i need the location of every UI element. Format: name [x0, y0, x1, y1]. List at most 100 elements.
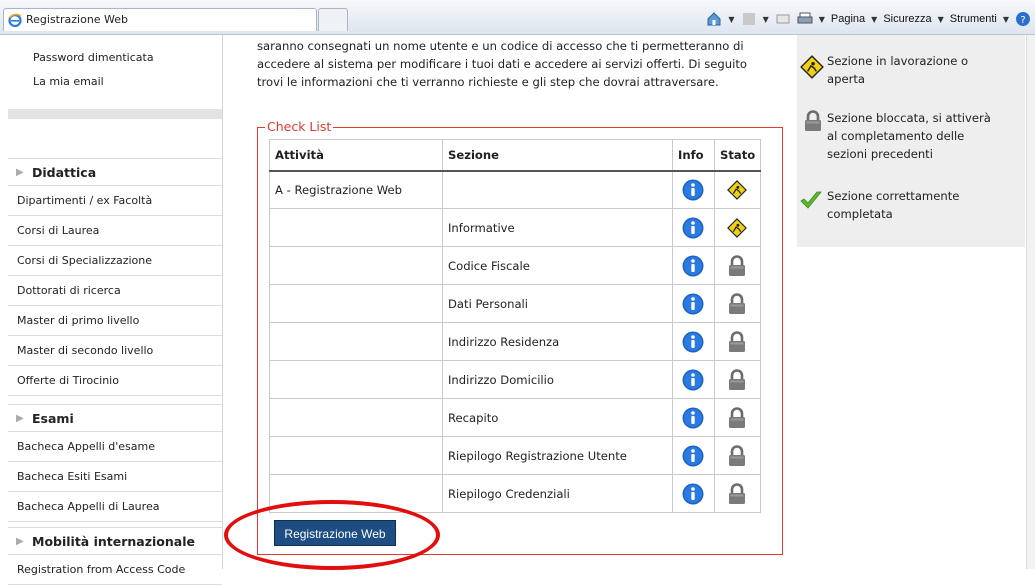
cell-sezione: Codice Fiscale: [442, 246, 673, 285]
check-icon: [799, 189, 823, 211]
sidebar-link-la-mia-email[interactable]: La mia email: [33, 75, 104, 88]
table-row: Riepilogo Registrazione Utente: [269, 436, 761, 475]
cell-stato: [714, 436, 761, 475]
intro-line: saranno consegnati un nome utente e un c…: [257, 39, 744, 53]
legend-line: al completamento delle: [827, 129, 965, 143]
info-icon[interactable]: [682, 217, 704, 239]
sidebar-separator: [8, 109, 222, 119]
strumenti-dropdown-icon[interactable]: ▼: [1003, 15, 1009, 24]
sidebar-item-dottorati[interactable]: Dottorati di ricerca: [8, 276, 222, 306]
sidebar-item-bacheca-appelli[interactable]: Bacheca Appelli d'esame: [8, 432, 222, 462]
pagina-dropdown-icon[interactable]: ▼: [871, 15, 877, 24]
menu-sicurezza[interactable]: Sicurezza: [883, 13, 931, 25]
home-dropdown-icon[interactable]: ▼: [728, 15, 734, 24]
header-stato: Stato: [714, 139, 761, 172]
info-icon[interactable]: [682, 255, 704, 277]
cell-sezione: Riepilogo Registrazione Utente: [442, 436, 673, 475]
lock-icon: [727, 407, 747, 429]
lock-icon: [727, 293, 747, 315]
sidebar-item-dipartimenti[interactable]: Dipartimenti / ex Facoltà: [8, 186, 222, 216]
cell-sezione: Informative: [442, 208, 673, 247]
tab-title: Registrazione Web: [26, 13, 129, 26]
cell-info: [672, 246, 715, 285]
sidebar-item-corsi-di-specializzazione[interactable]: Corsi di Specializzazione: [8, 246, 222, 276]
legend-line: completata: [827, 207, 893, 221]
feeds-dropdown-icon[interactable]: ▼: [763, 15, 769, 24]
sidebar: Password dimenticata La mia email ▶ Dida…: [0, 35, 223, 585]
chevron-right-icon: ▶: [16, 167, 24, 178]
cell-info: [672, 208, 715, 247]
status-legend-panel: Sezione in lavorazione o aperta Sezione …: [797, 35, 1025, 247]
registrazione-web-button[interactable]: Registrazione Web: [274, 520, 396, 546]
browser-toolbar: Registrazione Web ▼ ▼ ▼ Pagina ▼ Sicurez…: [0, 0, 1035, 35]
sidebar-item-bacheca-esiti[interactable]: Bacheca Esiti Esami: [8, 462, 222, 492]
table-row: Recapito: [269, 398, 761, 437]
info-icon[interactable]: [682, 445, 704, 467]
info-icon[interactable]: [682, 407, 704, 429]
header-attivita: Attività: [269, 139, 443, 172]
info-icon[interactable]: [682, 179, 704, 201]
sidebar-link-password-dimenticata[interactable]: Password dimenticata: [33, 51, 154, 64]
cell-sezione: Recapito: [442, 398, 673, 437]
sidebar-item-corsi-di-laurea[interactable]: Corsi di Laurea: [8, 216, 222, 246]
legend-line: sezioni precedenti: [827, 147, 933, 161]
construction-icon: [727, 217, 747, 239]
sidebar-item-master-primo-livello[interactable]: Master di primo livello: [8, 306, 222, 336]
home-icon[interactable]: [706, 11, 722, 27]
cell-sezione: Indirizzo Domicilio: [442, 360, 673, 399]
ie-logo-icon: [8, 13, 22, 27]
print-icon[interactable]: [797, 11, 813, 27]
sicurezza-dropdown-icon[interactable]: ▼: [938, 15, 944, 24]
cell-attivita: [269, 474, 443, 513]
feeds-icon[interactable]: [741, 11, 757, 27]
lock-icon: [727, 445, 747, 467]
legend-locked-text: Sezione bloccata, si attiverà al complet…: [827, 109, 1017, 163]
intro-line: accedere al sistema per modificare i tuo…: [257, 57, 747, 71]
cell-attivita: [269, 398, 443, 437]
scrollbar[interactable]: [1026, 35, 1035, 569]
lock-icon: [727, 483, 747, 505]
info-icon[interactable]: [682, 331, 704, 353]
command-bar: ▼ ▼ ▼ Pagina ▼ Sicurezza ▼ Strumenti ▼ ?: [706, 9, 1031, 29]
table-row: Indirizzo Residenza: [269, 322, 761, 361]
mail-icon[interactable]: [775, 11, 791, 27]
cell-attivita: A - Registrazione Web: [269, 170, 443, 209]
info-icon[interactable]: [682, 369, 704, 391]
cell-sezione: Indirizzo Residenza: [442, 322, 673, 361]
new-tab-button[interactable]: [318, 8, 348, 31]
cell-stato: [714, 208, 761, 247]
info-icon[interactable]: [682, 293, 704, 315]
menu-strumenti[interactable]: Strumenti: [950, 13, 997, 25]
sidebar-item-offerte-tirocinio[interactable]: Offerte di Tirocinio: [8, 366, 222, 396]
table-row: Dati Personali: [269, 284, 761, 323]
legend-line: Sezione in lavorazione o: [827, 54, 969, 68]
print-dropdown-icon[interactable]: ▼: [819, 15, 825, 24]
sidebar-section-didattica[interactable]: ▶ Didattica: [8, 158, 222, 186]
cell-info: [672, 284, 715, 323]
header-sezione: Sezione: [442, 139, 673, 172]
cell-stato: [714, 474, 761, 513]
section-title: Didattica: [32, 165, 97, 180]
browser-tab[interactable]: Registrazione Web: [3, 8, 317, 31]
svg-text:?: ?: [1020, 15, 1025, 26]
chevron-right-icon: ▶: [16, 536, 24, 547]
table-header-row: Attività Sezione Info Stato: [269, 139, 761, 172]
cell-attivita: [269, 208, 443, 247]
section-title: Mobilità internazionale: [32, 534, 195, 549]
lock-icon: [727, 331, 747, 353]
menu-pagina[interactable]: Pagina: [831, 13, 865, 25]
cell-stato: [714, 322, 761, 361]
sidebar-item-registration-access-code[interactable]: Registration from Access Code: [8, 555, 222, 585]
sidebar-item-master-secondo-livello[interactable]: Master di secondo livello: [8, 336, 222, 366]
info-icon[interactable]: [682, 483, 704, 505]
sidebar-item-bacheca-appelli-laurea[interactable]: Bacheca Appelli di Laurea: [8, 492, 222, 522]
cell-info: [672, 322, 715, 361]
header-info: Info: [672, 139, 715, 172]
cell-info: [672, 360, 715, 399]
chevron-right-icon: ▶: [16, 413, 24, 424]
help-icon[interactable]: ?: [1015, 11, 1031, 27]
sidebar-section-mobilita[interactable]: ▶ Mobilità internazionale: [8, 527, 222, 555]
table-row: Informative: [269, 208, 761, 247]
sidebar-section-esami[interactable]: ▶ Esami: [8, 404, 222, 432]
cell-attivita: [269, 284, 443, 323]
